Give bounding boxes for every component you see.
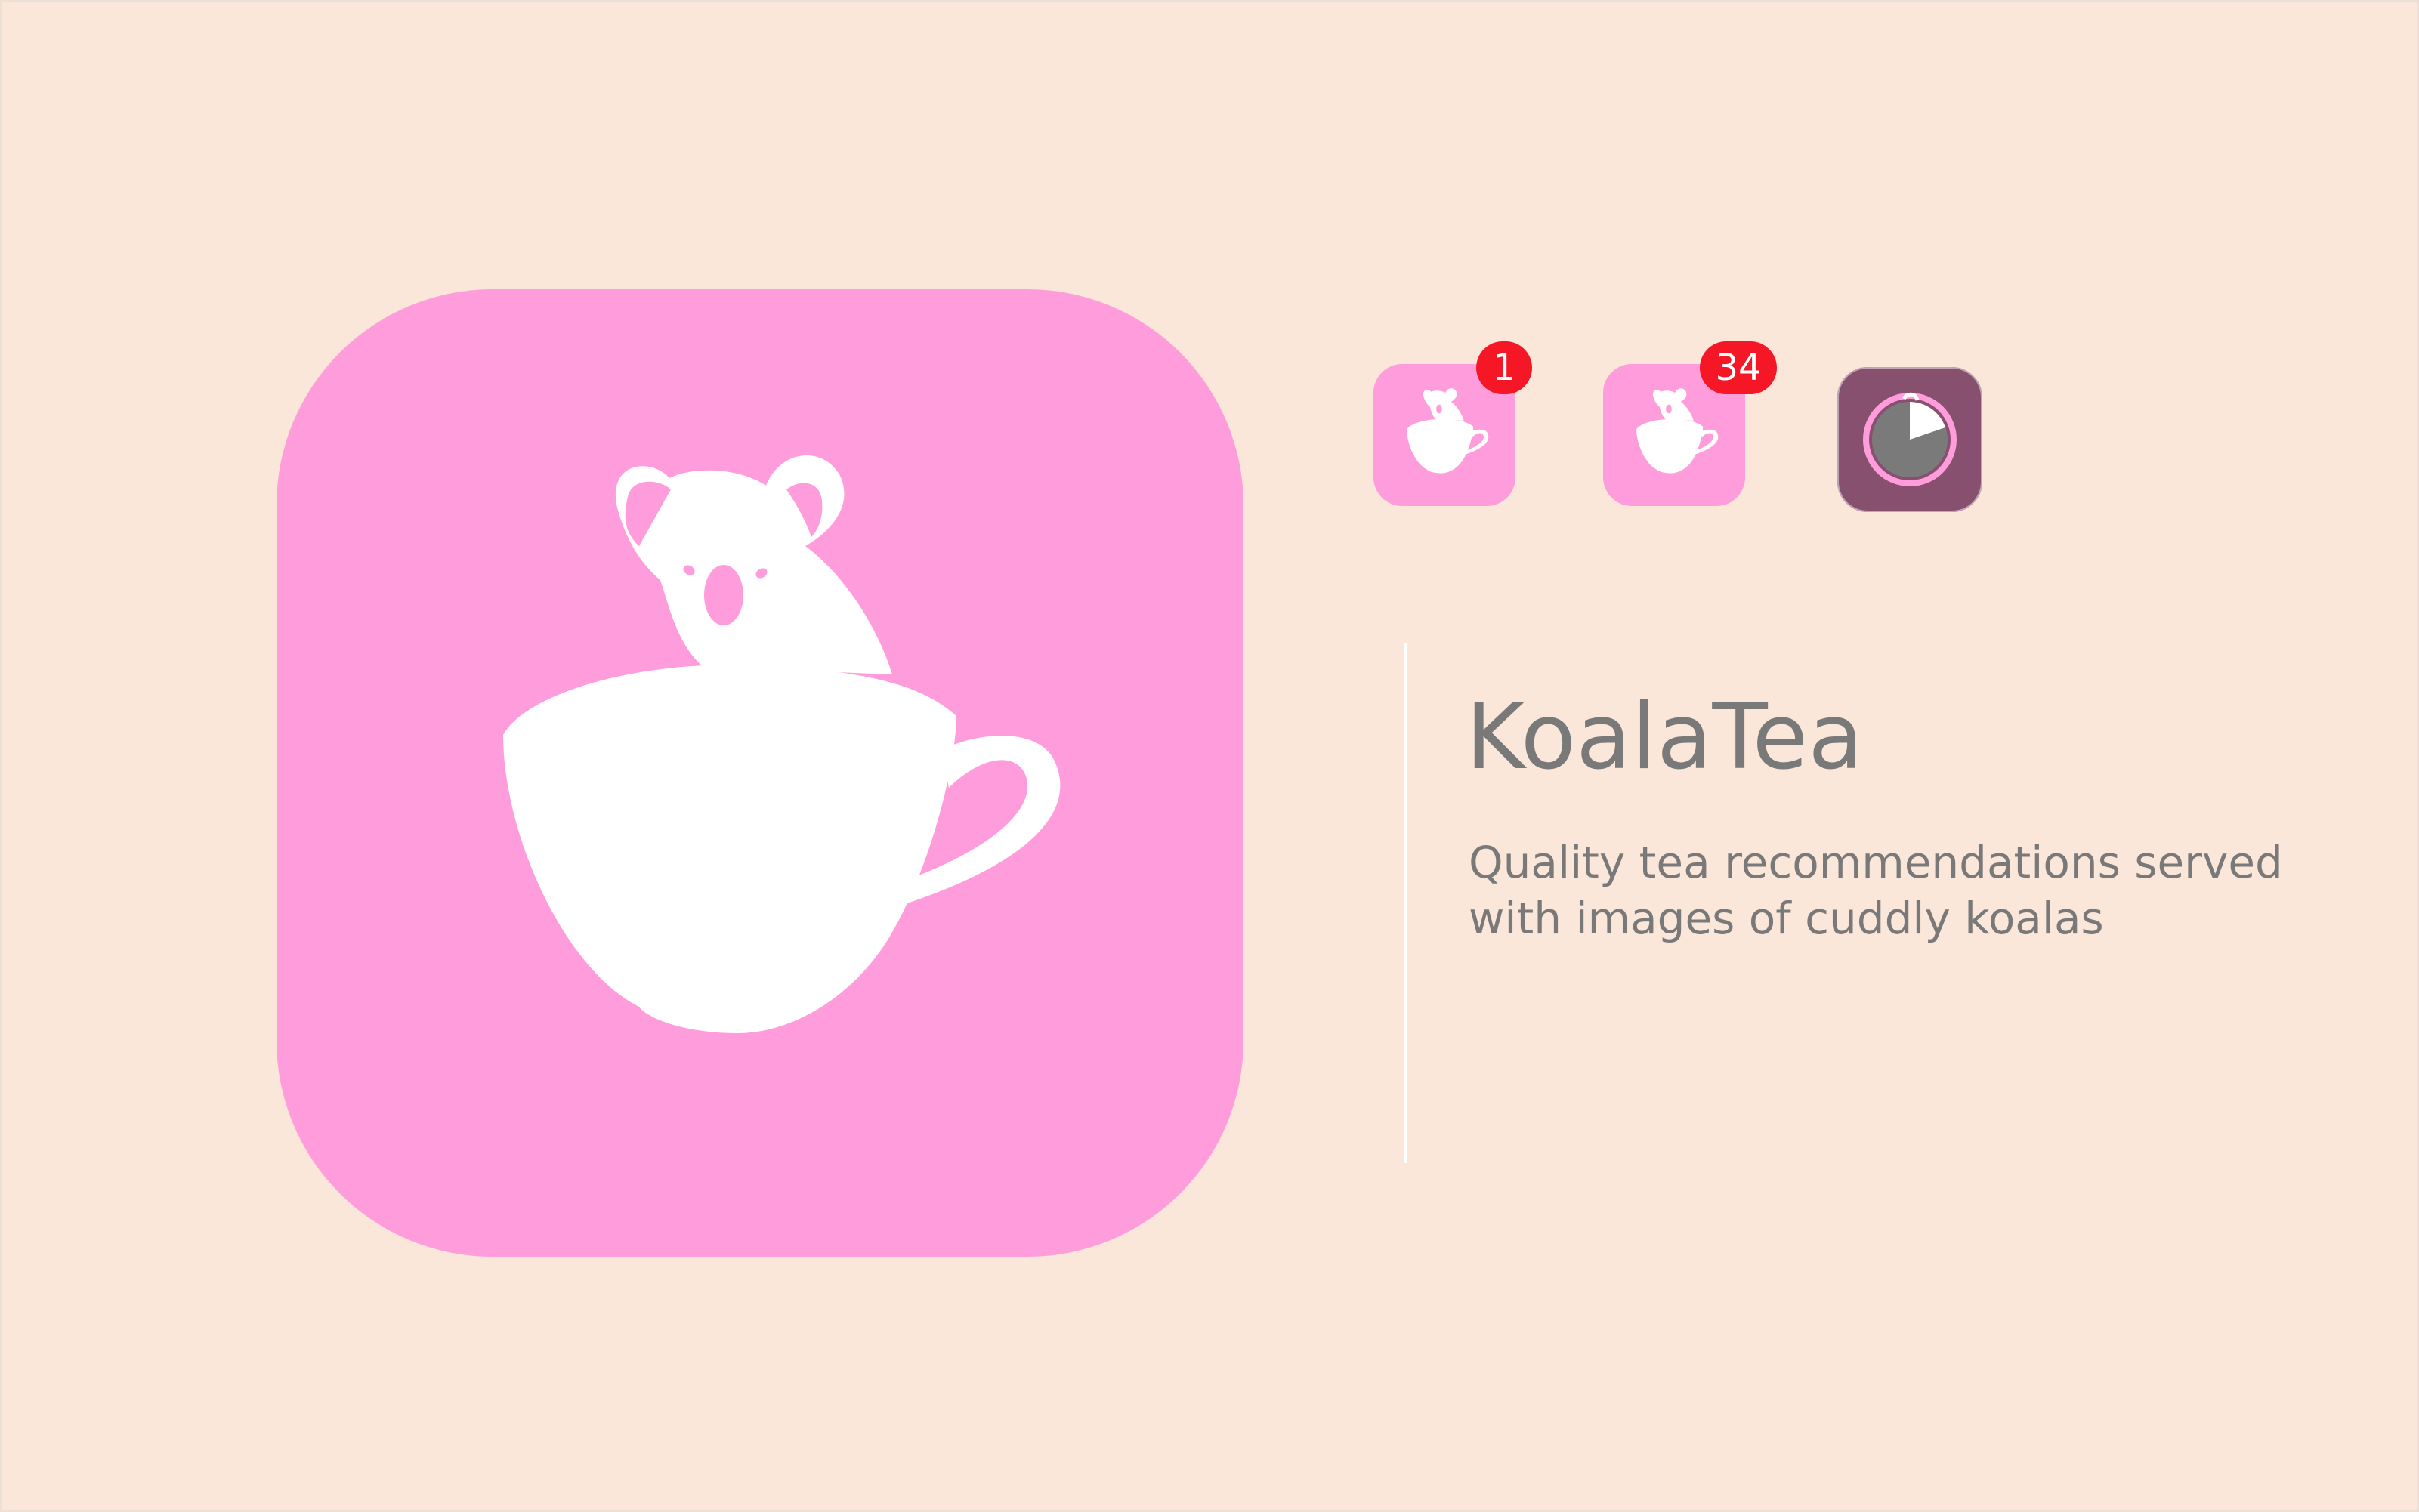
app-icon-large — [277, 289, 1243, 1257]
app-tagline: Quality tea recommendations served with … — [1469, 835, 2283, 946]
tagline-line: with images of cuddly koalas — [1469, 893, 2104, 944]
app-icon-timer-variant — [1837, 367, 1982, 512]
notification-badge: 1 — [1476, 341, 1532, 394]
app-icon-small-badge-34: 34 — [1603, 341, 1777, 506]
app-icon-small-badge-1: 1 — [1373, 341, 1532, 506]
tagline-line: Quality tea recommendations served — [1469, 837, 2283, 888]
notification-badge: 34 — [1700, 341, 1777, 394]
koala-teacup-icon — [503, 455, 1061, 1033]
timer-icon — [1863, 392, 1957, 486]
app-name: KoalaTea — [1466, 685, 1864, 790]
divider — [1404, 643, 1407, 1163]
